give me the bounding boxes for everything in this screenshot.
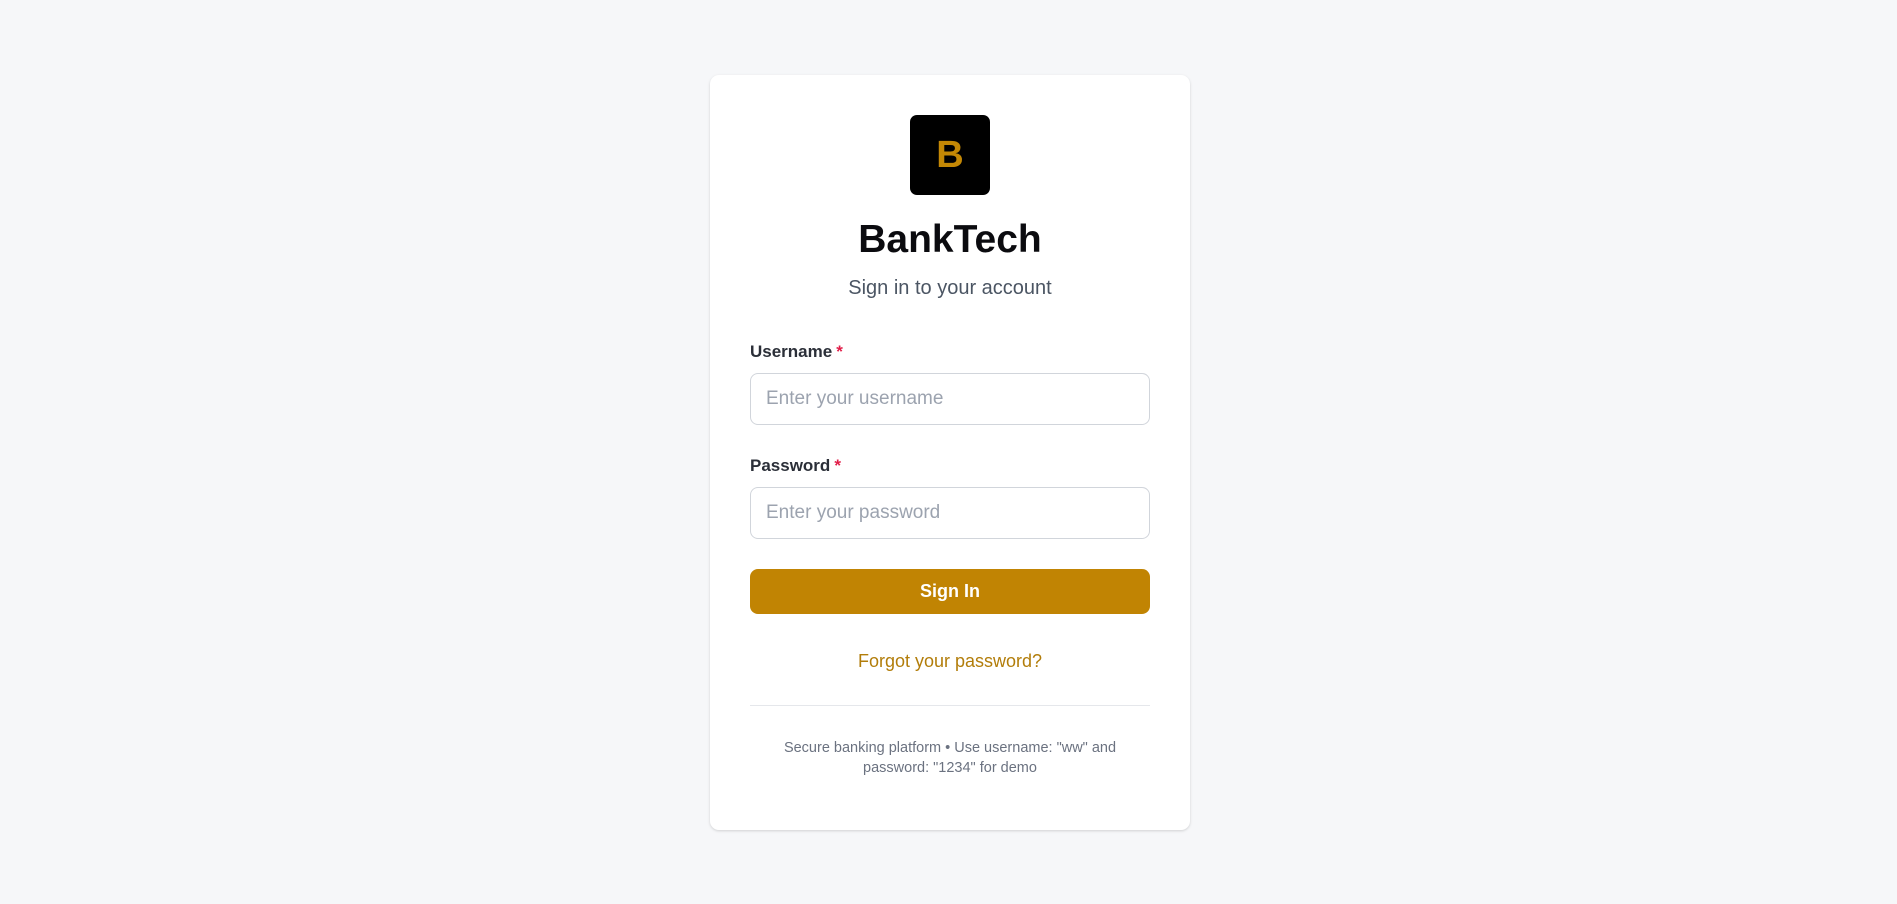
brand-title: BankTech: [858, 218, 1042, 261]
username-label-text: Username: [750, 342, 833, 361]
username-label: Username *: [750, 341, 1150, 363]
login-subtitle: Sign in to your account: [848, 277, 1052, 299]
forgot-password-link[interactable]: Forgot your password?: [750, 649, 1150, 673]
required-marker: *: [836, 342, 843, 361]
login-page: B BankTech Sign in to your account Usern…: [0, 0, 1897, 904]
password-label: Password *: [750, 455, 1150, 477]
brand-logo-letter: B: [936, 133, 964, 176]
password-field-group: Password *: [750, 455, 1150, 539]
required-marker: *: [834, 456, 841, 475]
password-input[interactable]: [750, 487, 1150, 539]
sign-in-button[interactable]: Sign In: [750, 569, 1150, 614]
footer-note: Secure banking platform • Use username: …: [783, 740, 1117, 776]
login-card: B BankTech Sign in to your account Usern…: [710, 75, 1190, 830]
brand-logo: B: [910, 115, 990, 195]
divider: [750, 705, 1150, 706]
username-field-group: Username *: [750, 341, 1150, 425]
username-input[interactable]: [750, 373, 1150, 425]
password-label-text: Password: [750, 456, 831, 475]
